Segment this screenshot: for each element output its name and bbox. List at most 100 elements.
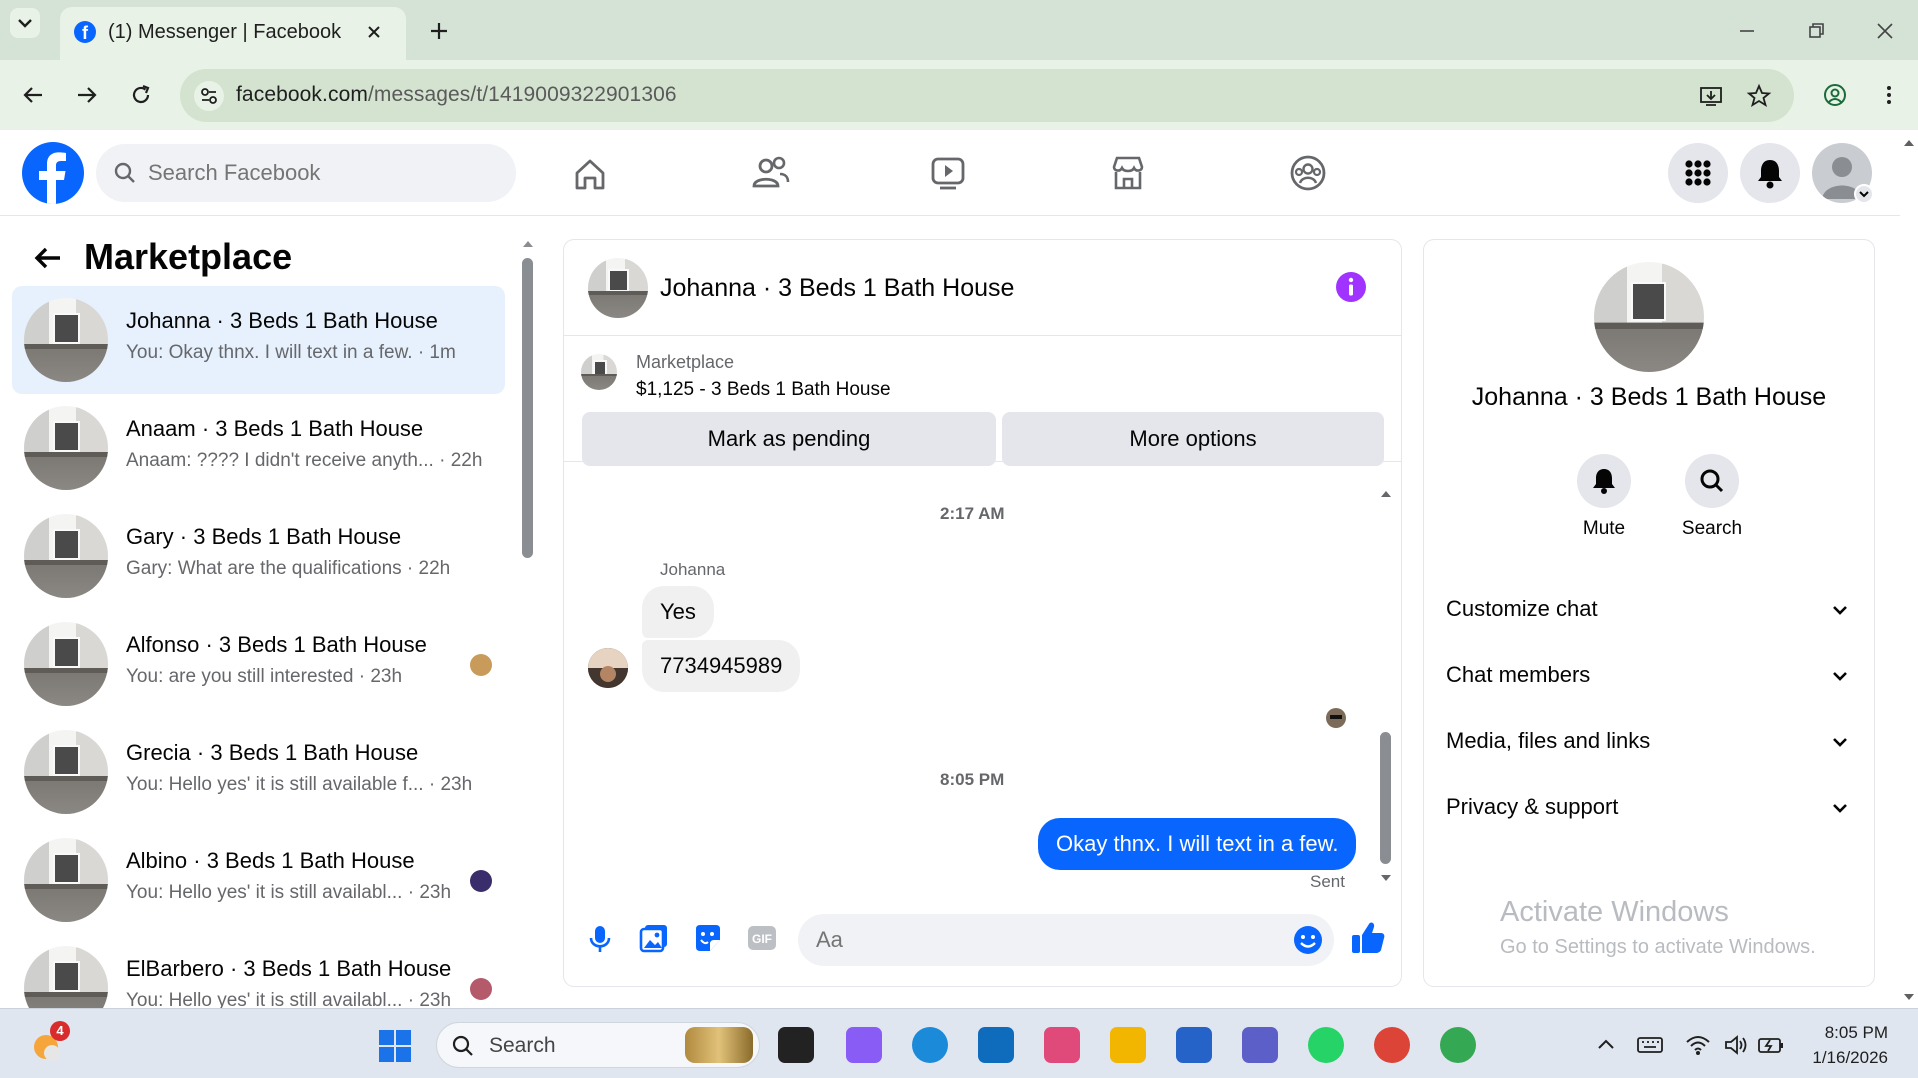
folder-icon[interactable] <box>1110 1027 1146 1063</box>
store-icon[interactable] <box>1176 1027 1212 1063</box>
emoji-icon <box>1294 926 1322 954</box>
message-bubble[interactable]: 7734945989 <box>642 640 801 692</box>
attach-photo-button[interactable] <box>636 920 672 956</box>
info-section-media-files-and-links[interactable]: Media, files and links <box>1446 714 1856 770</box>
info-section-privacy-support[interactable]: Privacy & support <box>1446 780 1856 836</box>
chevron-down-icon <box>1859 191 1869 198</box>
snipping-tool-icon[interactable] <box>1044 1027 1080 1063</box>
conversation-item[interactable]: Grecia · 3 Beds 1 Bath House You: Hello y… <box>12 718 505 826</box>
back-button[interactable] <box>18 80 48 110</box>
nav-home[interactable] <box>560 148 620 198</box>
activate-windows-title: Activate Windows <box>1500 896 1729 928</box>
more-options-button[interactable]: More options <box>1002 412 1384 466</box>
conversation-info-button[interactable] <box>1334 270 1368 304</box>
info-section-customize-chat[interactable]: Customize chat <box>1446 582 1856 638</box>
network-tray-icon[interactable] <box>1684 1031 1712 1059</box>
minimize-button[interactable] <box>1732 16 1762 46</box>
mute-button[interactable]: Mute <box>1564 454 1644 554</box>
address-bar[interactable]: facebook.com/messages/t/1419009322901306 <box>180 69 1794 122</box>
outlook-icon[interactable] <box>978 1027 1014 1063</box>
listing-title[interactable]: $1,125 - 3 Beds 1 Bath House <box>636 379 891 401</box>
send-like-button[interactable] <box>1348 916 1388 960</box>
back-to-chats-button[interactable] <box>28 238 68 278</box>
sent-message-bubble[interactable]: Okay thnx. I will text in a few. <box>1038 818 1357 870</box>
page-scroll-down[interactable] <box>1902 990 1916 1004</box>
conversation-item[interactable]: Albino · 3 Beds 1 Bath House You: Hello y… <box>12 826 505 934</box>
clock-date[interactable]: 1/16/2026 <box>1790 1048 1888 1068</box>
clock-time[interactable]: 8:05 PM <box>1800 1023 1888 1043</box>
conversation-item[interactable]: Gary · 3 Beds 1 Bath House Gary: What are… <box>12 502 505 610</box>
edge-icon[interactable] <box>912 1027 948 1063</box>
keyboard-tray-icon[interactable] <box>1636 1033 1664 1057</box>
search-in-conversation-button[interactable]: Search <box>1672 454 1752 554</box>
menu-button[interactable] <box>1668 143 1728 203</box>
close-window-button[interactable] <box>1870 16 1900 46</box>
copilot-icon[interactable] <box>846 1027 882 1063</box>
list-scrollbar-thumb[interactable] <box>522 258 533 558</box>
page-scroll-up[interactable] <box>1902 136 1916 150</box>
show-hidden-icons-button[interactable] <box>1594 1033 1618 1057</box>
nav-groups[interactable] <box>1278 148 1338 198</box>
whatsapp-icon[interactable] <box>1308 1027 1344 1063</box>
new-tab-button[interactable] <box>424 16 454 46</box>
conversation-name: Gary · 3 Beds 1 Bath House <box>126 524 402 549</box>
nav-watch[interactable] <box>918 148 978 198</box>
forward-icon <box>78 87 97 103</box>
chrome-profile-icon[interactable] <box>1440 1027 1476 1063</box>
site-info-button[interactable] <box>194 81 224 111</box>
reload-button[interactable] <box>126 80 156 110</box>
message-composer[interactable] <box>798 914 1334 966</box>
chat-scrollbar-thumb[interactable] <box>1380 732 1391 864</box>
info-section-chat-members[interactable]: Chat members <box>1446 648 1856 704</box>
bookmark-button[interactable] <box>1744 81 1774 111</box>
profile-photo[interactable] <box>1594 262 1704 372</box>
conversation-item[interactable]: Johanna · 3 Beds 1 Bath House You: Okay t… <box>12 286 505 394</box>
nav-marketplace[interactable] <box>1098 148 1158 198</box>
chevron-up-icon <box>1598 1039 1614 1049</box>
listing-thumbnail[interactable] <box>581 354 617 390</box>
tab-list-button[interactable] <box>10 8 40 38</box>
gif-button[interactable]: GIF <box>744 920 780 956</box>
chrome-icon[interactable] <box>1374 1027 1410 1063</box>
url-text[interactable]: facebook.com/messages/t/1419009322901306 <box>236 83 677 107</box>
forward-button[interactable] <box>72 80 102 110</box>
list-scrollbar[interactable] <box>520 236 536 1008</box>
profile-button[interactable] <box>1820 80 1850 110</box>
conversation-item[interactable]: Anaam · 3 Beds 1 Bath House Anaam: ???? I… <box>12 394 505 502</box>
sender-avatar[interactable] <box>588 648 628 688</box>
conversation-preview: You: Hello yes' it is still available f.… <box>126 774 473 795</box>
start-button[interactable] <box>378 1029 412 1063</box>
nav-friends[interactable] <box>740 148 800 198</box>
close-tab-button[interactable] <box>362 20 386 44</box>
seen-receipt-avatar <box>1326 708 1346 728</box>
mark-as-pending-button[interactable]: Mark as pending <box>582 412 996 466</box>
conversation-item[interactable]: Alfonso · 3 Beds 1 Bath House You: are yo… <box>12 610 505 718</box>
sticker-button[interactable] <box>690 920 726 956</box>
message-input[interactable] <box>816 922 1256 958</box>
taskbar-search[interactable]: Search <box>436 1022 760 1068</box>
message-bubble[interactable]: Yes <box>642 586 714 638</box>
emoji-button[interactable] <box>1292 924 1324 956</box>
conversation-avatar <box>24 838 108 922</box>
read-receipt-avatar <box>470 978 492 1000</box>
browser-menu-button[interactable] <box>1874 80 1904 110</box>
chat-avatar[interactable] <box>588 258 648 318</box>
chat-header-name[interactable]: Johanna · 3 Beds 1 Bath House <box>660 274 1014 303</box>
install-app-icon <box>1700 87 1722 106</box>
chat-scrollbar[interactable] <box>1378 486 1394 886</box>
restore-button[interactable] <box>1801 16 1831 46</box>
volume-tray-icon[interactable] <box>1722 1031 1750 1059</box>
account-dropdown-chevron[interactable] <box>1854 184 1874 204</box>
teams-icon[interactable] <box>1242 1027 1278 1063</box>
notifications-button[interactable] <box>1740 143 1800 203</box>
facebook-search[interactable] <box>96 144 516 202</box>
conversation-preview: You: Hello yes' it is still availabl... … <box>126 882 452 903</box>
facebook-logo[interactable] <box>22 142 84 204</box>
conversation-item[interactable]: ElBarbero · 3 Beds 1 Bath House You: Hell… <box>12 934 505 1008</box>
search-input[interactable] <box>148 154 488 192</box>
battery-tray-icon[interactable] <box>1756 1031 1786 1059</box>
file-explorer-dark-icon[interactable] <box>778 1027 814 1063</box>
active-browser-tab[interactable]: f (1) Messenger | Facebook <box>60 7 406 60</box>
install-app-button[interactable] <box>1696 81 1726 111</box>
voice-clip-button[interactable] <box>582 920 618 956</box>
